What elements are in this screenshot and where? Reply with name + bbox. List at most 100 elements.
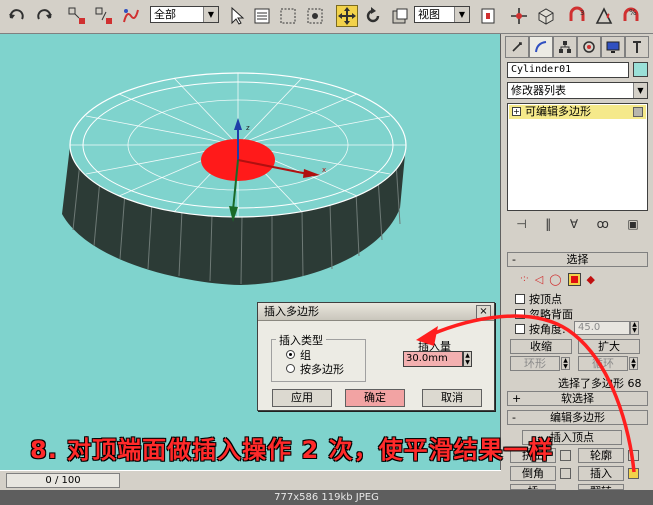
snaps-toggle-icon[interactable]: 3 (566, 5, 588, 27)
display-tab-icon[interactable] (601, 36, 625, 58)
pivot-center-icon[interactable] (477, 5, 499, 27)
inset-polygons-dialog: 插入多边形 × 插入类型 组 按多边形 插入量 30.0mm ▲ ▼ 应用 确定 … (257, 302, 495, 411)
inset-amount-spinner[interactable]: ▲ ▼ (463, 351, 472, 367)
select-and-manipulate-icon[interactable] (508, 5, 530, 27)
selection-rollout-title: 选择 (566, 253, 589, 266)
stack-item-label: 可编辑多边形 (525, 105, 591, 118)
select-and-move-icon[interactable] (336, 5, 358, 27)
expand-icon[interactable]: + (512, 107, 521, 116)
loop-button[interactable]: 循环 (578, 356, 628, 371)
selection-rollout-header[interactable]: - 选择 (507, 252, 648, 267)
svg-text:x: x (322, 166, 326, 174)
command-panel: Cylinder01 修改器列表 ▼ + 可编辑多边形 ⊣ ‖ ∀ ꝏ ▣ - … (502, 34, 653, 490)
extrude-settings-icon[interactable] (560, 450, 571, 461)
border-level-icon[interactable]: ◯ (549, 273, 561, 286)
by-angle-label: 按角度: (529, 322, 566, 336)
apply-button[interactable]: 应用 (272, 389, 332, 407)
ok-button[interactable]: 确定 (345, 389, 405, 407)
make-unique-icon[interactable]: ∀ (570, 217, 578, 231)
angle-threshold-field[interactable]: 45.0 (574, 321, 630, 335)
bevel-button[interactable]: 倒角 (510, 466, 556, 481)
by-angle-checkbox[interactable]: 按角度: (515, 322, 566, 336)
ignore-backfacing-label: 忽略背面 (529, 307, 573, 321)
keyboard-shortcut-override-icon[interactable] (535, 5, 557, 27)
radio-by-polygon[interactable]: 按多边形 (286, 362, 344, 376)
object-name-field[interactable]: Cylinder01 (507, 62, 629, 78)
element-level-icon[interactable]: ◆ (587, 273, 595, 286)
inset-button[interactable]: 插入 (578, 466, 624, 481)
ignore-backfacing-checkbox[interactable]: 忽略背面 (515, 307, 573, 321)
ring-button[interactable]: 环形 (510, 356, 560, 371)
sub-object-level-icons: ·:· ◁ ◯ ◆ (520, 271, 640, 287)
outline-settings-icon[interactable] (628, 450, 639, 461)
dialog-close-button[interactable]: × (476, 305, 491, 319)
inset-amount-field[interactable]: 30.0mm (403, 351, 463, 367)
radio-by-polygon-circle (286, 364, 295, 373)
modifier-stack: + 可编辑多边形 (507, 103, 648, 211)
selection-filter-dropdown[interactable]: 全部 ▼ (150, 6, 219, 23)
select-and-scale-icon[interactable] (389, 5, 411, 27)
outline-button[interactable]: 轮廓 (578, 448, 624, 463)
redo-icon[interactable] (33, 5, 55, 27)
modifier-list-dropdown[interactable]: 修改器列表 ▼ (507, 82, 648, 99)
angle-spinner[interactable]: ▲ ▼ (630, 321, 639, 335)
stack-item-toggle-icon[interactable] (633, 107, 643, 117)
edit-polygons-rollout-header[interactable]: - 编辑多边形 (507, 410, 648, 425)
pin-stack-icon[interactable]: ⊣ (516, 217, 526, 231)
grow-button[interactable]: 扩大 (578, 339, 640, 354)
time-slider[interactable]: 0 / 100 (6, 473, 120, 488)
by-vertex-checkbox[interactable]: 按顶点 (515, 292, 562, 306)
svg-text:z: z (246, 124, 250, 132)
hierarchy-tab-icon[interactable] (553, 36, 577, 58)
dialog-title: 插入多边形 (258, 303, 494, 321)
rectangular-selection-region-icon[interactable] (277, 5, 299, 27)
selection-filter-value: 全部 (154, 8, 176, 21)
undo-icon[interactable] (6, 5, 28, 27)
create-tab-icon[interactable] (505, 36, 529, 58)
vertex-level-icon[interactable]: ·:· (520, 274, 529, 284)
remove-modifier-icon[interactable]: ꝏ (597, 217, 609, 231)
select-by-name-icon[interactable] (251, 5, 273, 27)
angle-snap-icon[interactable] (593, 5, 615, 27)
bind-to-space-warp-icon[interactable] (120, 5, 142, 27)
main-toolbar: 全部 ▼ 视图 ▼ 3 % (0, 0, 653, 34)
by-vertex-label: 按顶点 (529, 292, 562, 306)
command-panel-tabs (505, 36, 650, 58)
inset-settings-icon[interactable] (628, 468, 639, 479)
shrink-button[interactable]: 收缩 (510, 339, 572, 354)
loop-spinner[interactable]: ▲ ▼ (629, 357, 638, 370)
edit-polygons-title: 编辑多边形 (550, 411, 605, 424)
chevron-down-icon: ▼ (633, 83, 647, 98)
collapse-icon: - (512, 411, 516, 424)
radio-group-selected (286, 350, 295, 359)
edge-level-icon[interactable]: ◁ (535, 273, 543, 286)
unlink-selection-icon[interactable] (93, 5, 115, 27)
reference-coordinate-dropdown[interactable]: 视图 ▼ (414, 6, 470, 23)
select-and-rotate-icon[interactable] (362, 5, 384, 27)
select-and-link-icon[interactable] (66, 5, 88, 27)
soft-selection-rollout-header[interactable]: + 软选择 (507, 391, 648, 406)
cancel-button[interactable]: 取消 (422, 389, 482, 407)
motion-tab-icon[interactable] (577, 36, 601, 58)
ring-spinner[interactable]: ▲ ▼ (561, 357, 570, 370)
expand-icon: + (512, 392, 522, 405)
configure-modifier-sets-icon[interactable]: ▣ (627, 217, 638, 231)
chevron-down-icon: ▼ (203, 7, 218, 22)
object-color-swatch[interactable] (633, 62, 648, 77)
radio-group[interactable]: 组 (286, 348, 311, 362)
modify-tab-icon[interactable] (529, 36, 553, 58)
percent-snap-icon[interactable]: % (620, 5, 642, 27)
bevel-settings-icon[interactable] (560, 468, 571, 479)
selection-status-text: 选择了多边形 68 (558, 377, 642, 390)
reference-coordinate-value: 视图 (418, 8, 440, 21)
polygon-level-icon[interactable] (567, 272, 581, 286)
stack-item-editable-poly[interactable]: + 可编辑多边形 (509, 105, 646, 119)
modifier-list-label: 修改器列表 (511, 84, 566, 97)
show-end-result-icon[interactable]: ‖ (545, 217, 551, 231)
window-crossing-icon[interactable] (304, 5, 326, 27)
chevron-down-icon: ▼ (454, 7, 469, 22)
stack-tools: ⊣ ‖ ∀ ꝏ ▣ (507, 214, 648, 234)
svg-text:3: 3 (580, 9, 584, 17)
utilities-tab-icon[interactable] (625, 36, 649, 58)
select-object-icon[interactable] (226, 5, 248, 27)
